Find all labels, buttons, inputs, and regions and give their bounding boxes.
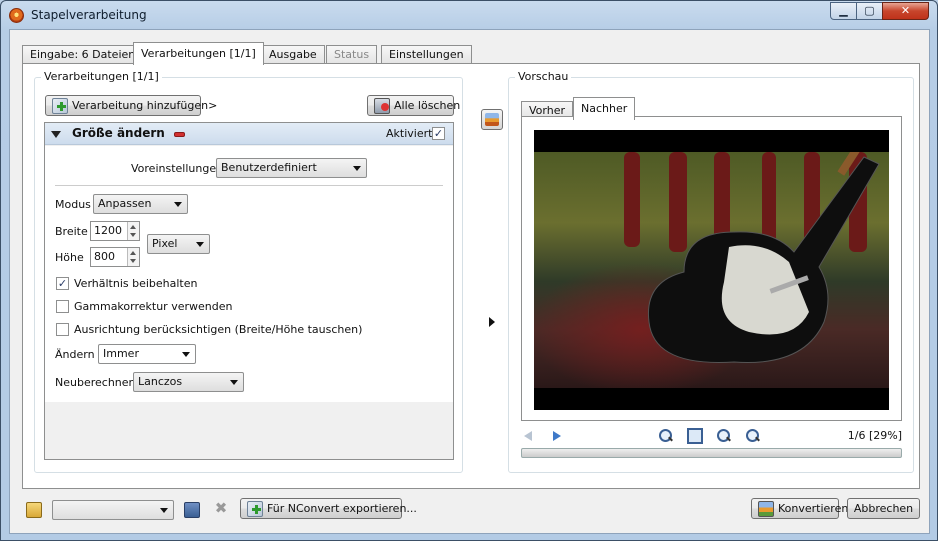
preview-panel xyxy=(521,116,902,421)
tab-nachher[interactable]: Nachher xyxy=(573,97,636,120)
minimize-button[interactable]: ▁ xyxy=(830,2,857,20)
height-stepper-icon[interactable] xyxy=(127,248,139,266)
resize-section-header[interactable]: Größe ändern Aktiviert ✓ xyxy=(45,123,453,145)
gamma-label: Gammakorrektur verwenden xyxy=(74,300,233,313)
change-value: Immer xyxy=(103,347,139,360)
presets-label: Voreinstellungen xyxy=(131,162,224,175)
preview-progress-bar xyxy=(521,448,902,458)
keep-ratio-checkbox[interactable]: ✓ xyxy=(56,277,69,290)
height-label: Höhe xyxy=(55,251,84,264)
chevron-down-icon xyxy=(196,242,204,247)
processing-group: Verarbeitungen [1/1] Verarbeitung hinzuf… xyxy=(34,70,463,473)
window: Stapelverarbeitung ▁ ▢ ✕ Eingabe: 6 Date… xyxy=(0,0,938,541)
chevron-down-icon xyxy=(230,380,238,385)
open-folder-icon[interactable] xyxy=(26,502,42,518)
zoom-in-icon[interactable] xyxy=(658,428,674,444)
chevron-down-icon xyxy=(174,202,182,207)
export-icon xyxy=(247,500,263,517)
collapse-icon[interactable] xyxy=(51,131,61,138)
add-processing-button[interactable]: Verarbeitung hinzufügen> xyxy=(45,95,217,116)
enabled-checkbox[interactable]: ✓ xyxy=(432,127,445,140)
preview-group-title: Vorschau xyxy=(515,70,572,83)
convert-label: Konvertieren xyxy=(778,502,849,515)
preview-group: Vorschau Vorher Nachher 1/6 [29%] xyxy=(508,70,914,473)
orientation-checkbox[interactable] xyxy=(56,323,69,336)
add-processing-label: Verarbeitung hinzufügen> xyxy=(72,99,218,112)
expand-arrow-icon[interactable] xyxy=(489,317,495,327)
clear-icon xyxy=(374,97,390,114)
add-icon xyxy=(52,97,68,114)
tab-panel: Verarbeitungen [1/1] Verarbeitung hinzuf… xyxy=(22,63,920,489)
change-label: Ändern xyxy=(55,348,95,361)
zoom-icon[interactable] xyxy=(716,428,732,444)
convert-icon xyxy=(758,500,774,517)
dialog-body: Eingabe: 6 Dateien Verarbeitungen [1/1] … xyxy=(9,29,930,534)
title-bar: Stapelverarbeitung ▁ ▢ ✕ xyxy=(1,1,937,29)
width-spinner[interactable]: 1200 xyxy=(90,221,140,241)
tab-einstellungen[interactable]: Einstellungen xyxy=(381,45,472,64)
width-value: 1200 xyxy=(94,224,122,237)
profile-select[interactable] xyxy=(52,500,174,520)
preview-toggle-button[interactable] xyxy=(481,109,503,130)
window-title: Stapelverarbeitung xyxy=(31,8,147,22)
guitar-photo xyxy=(534,146,889,388)
presets-value: Benutzerdefiniert xyxy=(221,161,317,174)
divider xyxy=(55,185,443,186)
resize-section-title: Größe ändern xyxy=(72,126,165,140)
width-label: Breite xyxy=(55,225,88,238)
export-nconvert-button[interactable]: Für NConvert exportieren... xyxy=(240,498,417,519)
mode-select[interactable]: Anpassen xyxy=(93,194,188,214)
orientation-label: Ausrichtung berücksichtigen (Breite/Höhe… xyxy=(74,323,363,336)
cancel-label: Abbrechen xyxy=(853,502,914,515)
fit-to-window-icon[interactable] xyxy=(687,428,703,444)
height-spinner[interactable]: 800 xyxy=(90,247,140,267)
cancel-button[interactable]: Abbrechen xyxy=(847,498,920,519)
preview-counter: 1/6 [29%] xyxy=(847,429,902,442)
zoom-out-icon[interactable] xyxy=(745,428,761,444)
enabled-label: Aktiviert xyxy=(386,127,433,140)
app-icon xyxy=(9,8,24,23)
processing-list: Größe ändern Aktiviert ✓ Voreinstellunge… xyxy=(44,122,454,460)
maximize-button[interactable]: ▢ xyxy=(856,2,883,20)
keep-ratio-label: Verhältnis beibehalten xyxy=(74,277,198,290)
processing-group-title: Verarbeitungen [1/1] xyxy=(41,70,162,83)
change-select[interactable]: Immer xyxy=(98,344,196,364)
close-button[interactable]: ✕ xyxy=(882,2,929,20)
height-value: 800 xyxy=(94,250,115,263)
clear-all-label: Alle löschen xyxy=(394,99,461,112)
resize-settings: Voreinstellungen Benutzerdefiniert Modus… xyxy=(45,146,453,402)
tab-verarbeitungen[interactable]: Verarbeitungen [1/1] xyxy=(133,42,264,65)
next-icon[interactable] xyxy=(549,428,565,444)
previous-icon[interactable] xyxy=(521,428,537,444)
save-icon[interactable] xyxy=(184,502,200,518)
remove-icon[interactable] xyxy=(174,132,185,137)
guitar-illustration xyxy=(624,146,880,363)
chevron-down-icon xyxy=(182,352,190,357)
width-stepper-icon[interactable] xyxy=(127,222,139,240)
preview-nav: 1/6 [29%] xyxy=(521,428,902,444)
resample-select[interactable]: Lanczos xyxy=(133,372,244,392)
preview-image xyxy=(534,130,889,410)
delete-icon[interactable]: ✖ xyxy=(213,500,229,516)
tab-eingabe[interactable]: Eingabe: 6 Dateien xyxy=(22,45,144,64)
clear-all-button[interactable]: Alle löschen xyxy=(367,95,460,116)
bottom-bar: ✖ Für NConvert exportieren... Konvertier… xyxy=(10,492,929,534)
resample-value: Lanczos xyxy=(138,375,183,388)
chevron-down-icon xyxy=(160,508,168,513)
unit-select[interactable]: Pixel xyxy=(147,234,210,254)
resample-label: Neuberechnen xyxy=(55,376,136,389)
mode-label: Modus xyxy=(55,198,91,211)
gamma-checkbox[interactable] xyxy=(56,300,69,313)
tab-ausgabe[interactable]: Ausgabe xyxy=(261,45,325,64)
export-nconvert-label: Für NConvert exportieren... xyxy=(267,502,417,515)
mode-value: Anpassen xyxy=(98,197,152,210)
tab-status[interactable]: Status xyxy=(326,45,378,64)
presets-select[interactable]: Benutzerdefiniert xyxy=(216,158,367,178)
unit-value: Pixel xyxy=(152,237,178,250)
convert-button[interactable]: Konvertieren xyxy=(751,498,848,519)
chevron-down-icon xyxy=(353,166,361,171)
